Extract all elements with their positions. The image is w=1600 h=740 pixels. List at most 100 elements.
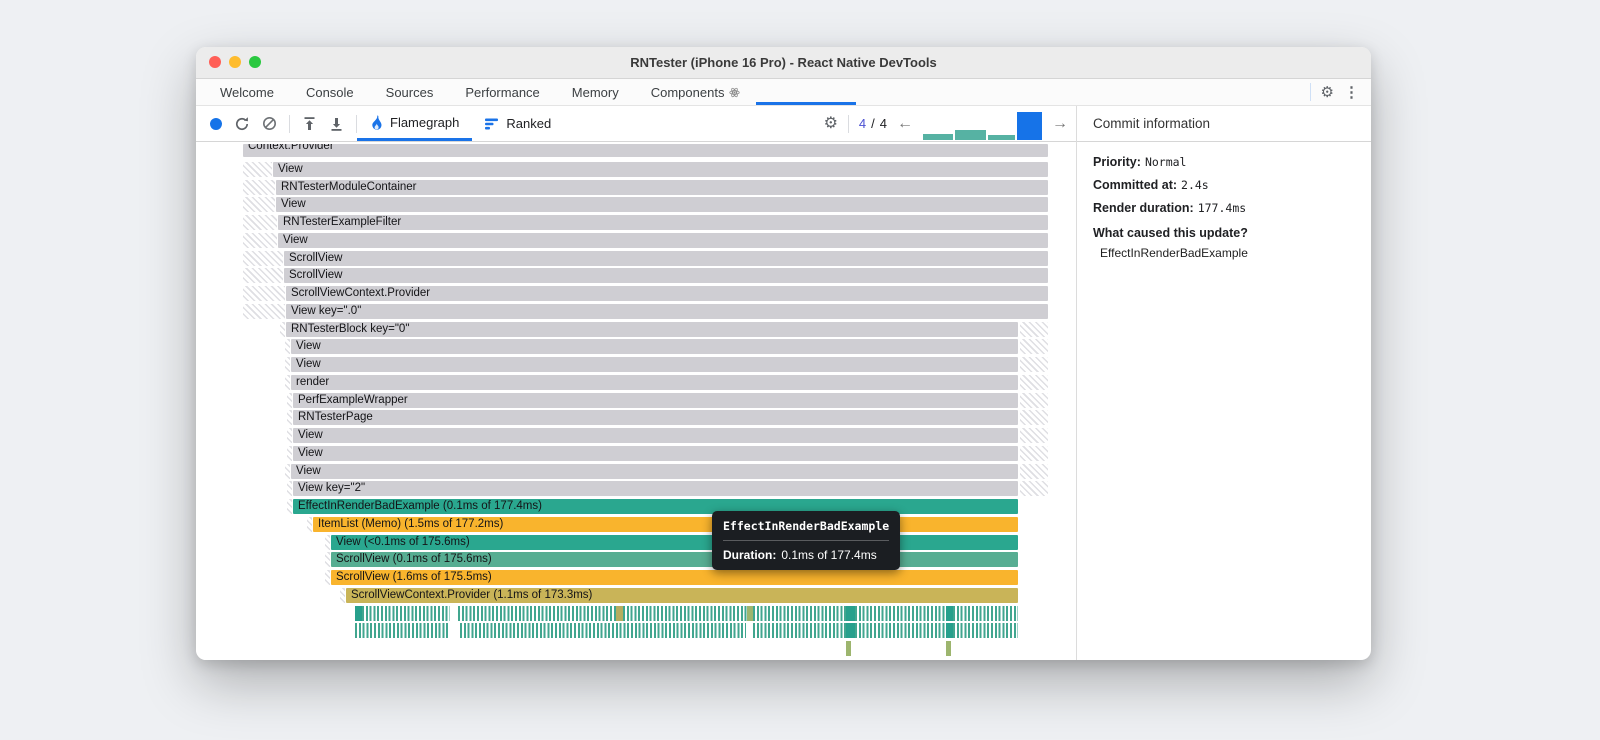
flame-row[interactable]: ScrollView (0.1ms of 175.6ms) bbox=[331, 552, 1018, 567]
flame-row[interactable]: ScrollView (1.6ms of 175.5ms) bbox=[331, 570, 1018, 585]
reload-and-profile-icon[interactable] bbox=[234, 116, 250, 132]
flame-micro-bars[interactable] bbox=[355, 623, 450, 638]
flamegraph-canvas[interactable]: EffectInRenderBadExample Duration: 0.1ms … bbox=[196, 142, 1076, 660]
devtools-tab-welcome[interactable]: Welcome bbox=[204, 79, 290, 105]
flame-row-label: ScrollViewContext.Provider bbox=[291, 287, 431, 299]
commit-current: 4 bbox=[858, 116, 867, 131]
ranked-tab-label: Ranked bbox=[506, 116, 552, 131]
flame-micro-bars[interactable] bbox=[458, 606, 616, 621]
did-not-render-hatch bbox=[325, 535, 330, 550]
flame-row[interactable]: View bbox=[293, 446, 1018, 461]
flame-micro-bars[interactable] bbox=[946, 623, 953, 638]
window-title: RNTester (iPhone 16 Pro) - React Native … bbox=[630, 55, 937, 70]
flame-micro-bars[interactable] bbox=[362, 606, 450, 621]
flame-micro-bars[interactable] bbox=[753, 623, 846, 638]
profiler-settings-gear-icon[interactable]: ⚙ bbox=[824, 115, 838, 132]
tooltip-duration-label: Duration: bbox=[723, 548, 777, 562]
commit-separator: / bbox=[871, 116, 875, 131]
flame-micro-bars[interactable] bbox=[855, 623, 946, 638]
did-not-render-hatch bbox=[1020, 464, 1048, 479]
devtools-tab-profiler[interactable] bbox=[756, 79, 857, 105]
commit-info-panel: Commit information Priority: Normal Commit… bbox=[1077, 106, 1371, 660]
devtools-tab-performance[interactable]: Performance bbox=[449, 79, 555, 105]
did-not-render-hatch bbox=[287, 428, 292, 443]
minimize-window-button[interactable] bbox=[229, 56, 241, 68]
flame-row[interactable]: ItemList (Memo) (1.5ms of 177.2ms) bbox=[313, 517, 1018, 532]
commit-info-body: Priority: Normal Committed at: 2.4s Render d… bbox=[1077, 142, 1371, 273]
commit-bar-selected[interactable] bbox=[1017, 111, 1042, 140]
flame-row[interactable]: ScrollViewContext.Provider bbox=[286, 286, 1048, 301]
record-button[interactable] bbox=[210, 117, 222, 130]
flame-row-label: Context.Provider bbox=[248, 144, 334, 152]
tab-ranked[interactable]: Ranked bbox=[472, 106, 564, 141]
flame-micro-bars[interactable] bbox=[846, 606, 855, 621]
kebab-menu-icon[interactable]: ⋮ bbox=[1344, 85, 1359, 100]
flame-row-label: PerfExampleWrapper bbox=[298, 394, 408, 406]
commit-info-title: Commit information bbox=[1093, 116, 1211, 131]
flame-micro-bars[interactable] bbox=[846, 641, 851, 656]
commit-info-field: Render duration: 177.4ms bbox=[1093, 201, 1355, 215]
flame-row[interactable]: View bbox=[291, 357, 1018, 372]
field-value: Normal bbox=[1144, 155, 1187, 169]
flame-micro-bars[interactable] bbox=[616, 606, 623, 621]
flame-row[interactable]: View key="2" bbox=[293, 481, 1018, 496]
flame-row[interactable]: View (<0.1ms of 175.6ms) bbox=[331, 535, 1018, 550]
flame-row[interactable]: View bbox=[293, 428, 1018, 443]
flame-row[interactable]: View bbox=[273, 162, 1048, 177]
devtools-tab-sources[interactable]: Sources bbox=[370, 79, 450, 105]
flame-row[interactable]: render bbox=[291, 375, 1018, 390]
flame-micro-bars[interactable] bbox=[753, 606, 846, 621]
previous-commit-arrow-icon[interactable]: ← bbox=[897, 115, 913, 133]
download-profile-icon[interactable] bbox=[329, 116, 344, 132]
upload-profile-icon[interactable] bbox=[302, 116, 317, 132]
flame-micro-bars[interactable] bbox=[460, 623, 746, 638]
close-window-button[interactable] bbox=[209, 56, 221, 68]
flame-row[interactable]: RNTesterExampleFilter bbox=[278, 215, 1048, 230]
flame-micro-bars[interactable] bbox=[355, 606, 362, 621]
flame-row[interactable]: EffectInRenderBadExample (0.1ms of 177.4… bbox=[293, 499, 1018, 514]
devtools-tab-components[interactable]: Components bbox=[635, 79, 757, 105]
field-value: 2.4s bbox=[1181, 178, 1209, 192]
flame-row[interactable]: View bbox=[276, 197, 1048, 212]
flame-row[interactable]: View bbox=[291, 464, 1018, 479]
toolbar-right-group: ⚙ 4 / 4 ← → bbox=[824, 106, 1076, 141]
flame-row[interactable]: RNTesterModuleContainer bbox=[276, 180, 1048, 195]
ranked-bars-icon bbox=[485, 118, 499, 130]
flame-row-label: RNTesterModuleContainer bbox=[281, 181, 417, 193]
next-commit-arrow-icon[interactable]: → bbox=[1052, 115, 1068, 133]
flame-row[interactable]: ScrollView bbox=[284, 268, 1048, 283]
devtools-tab-console[interactable]: Console bbox=[290, 79, 370, 105]
tab-flamegraph[interactable]: Flamegraph bbox=[357, 106, 473, 141]
flame-row[interactable]: View bbox=[278, 233, 1048, 248]
flame-row-label: EffectInRenderBadExample (0.1ms of 177.4… bbox=[298, 500, 542, 512]
devtools-tab-memory[interactable]: Memory bbox=[556, 79, 635, 105]
flame-micro-bars[interactable] bbox=[946, 606, 953, 621]
zoom-window-button[interactable] bbox=[249, 56, 261, 68]
flame-row-label: View bbox=[281, 198, 306, 210]
flame-micro-bars[interactable] bbox=[846, 623, 855, 638]
flame-micro-bars[interactable] bbox=[855, 606, 946, 621]
commit-selector[interactable] bbox=[923, 111, 1042, 140]
commit-bar[interactable] bbox=[988, 134, 1015, 140]
did-not-render-hatch bbox=[243, 304, 285, 319]
flame-row[interactable]: View bbox=[291, 339, 1018, 354]
flame-row[interactable]: ScrollViewContext.Provider (1.1ms of 173… bbox=[346, 588, 1018, 603]
flame-row[interactable]: PerfExampleWrapper bbox=[293, 393, 1018, 408]
flame-micro-bars[interactable] bbox=[946, 641, 951, 656]
flame-micro-bars[interactable] bbox=[953, 606, 1018, 621]
settings-gear-icon[interactable]: ⚙ bbox=[1321, 85, 1334, 100]
flame-micro-bars[interactable] bbox=[953, 623, 1018, 638]
flame-micro-bars[interactable] bbox=[623, 606, 747, 621]
flame-row[interactable]: RNTesterBlock key="0" bbox=[286, 322, 1018, 337]
flame-row[interactable]: Context.Provider bbox=[243, 144, 1048, 157]
flame-tooltip: EffectInRenderBadExample Duration: 0.1ms … bbox=[712, 511, 901, 570]
commit-bar[interactable] bbox=[923, 133, 953, 140]
flame-row[interactable]: ScrollView bbox=[284, 251, 1048, 266]
flame-row[interactable]: View key=".0" bbox=[286, 304, 1048, 319]
flame-row[interactable]: RNTesterPage bbox=[293, 410, 1018, 425]
devtools-window: RNTester (iPhone 16 Pro) - React Native … bbox=[196, 47, 1371, 660]
cause-component[interactable]: EffectInRenderBadExample bbox=[1093, 246, 1355, 260]
clear-profile-icon[interactable] bbox=[262, 116, 277, 131]
commit-bar[interactable] bbox=[955, 129, 986, 140]
flame-row-label: ScrollView (1.6ms of 175.5ms) bbox=[336, 571, 492, 583]
